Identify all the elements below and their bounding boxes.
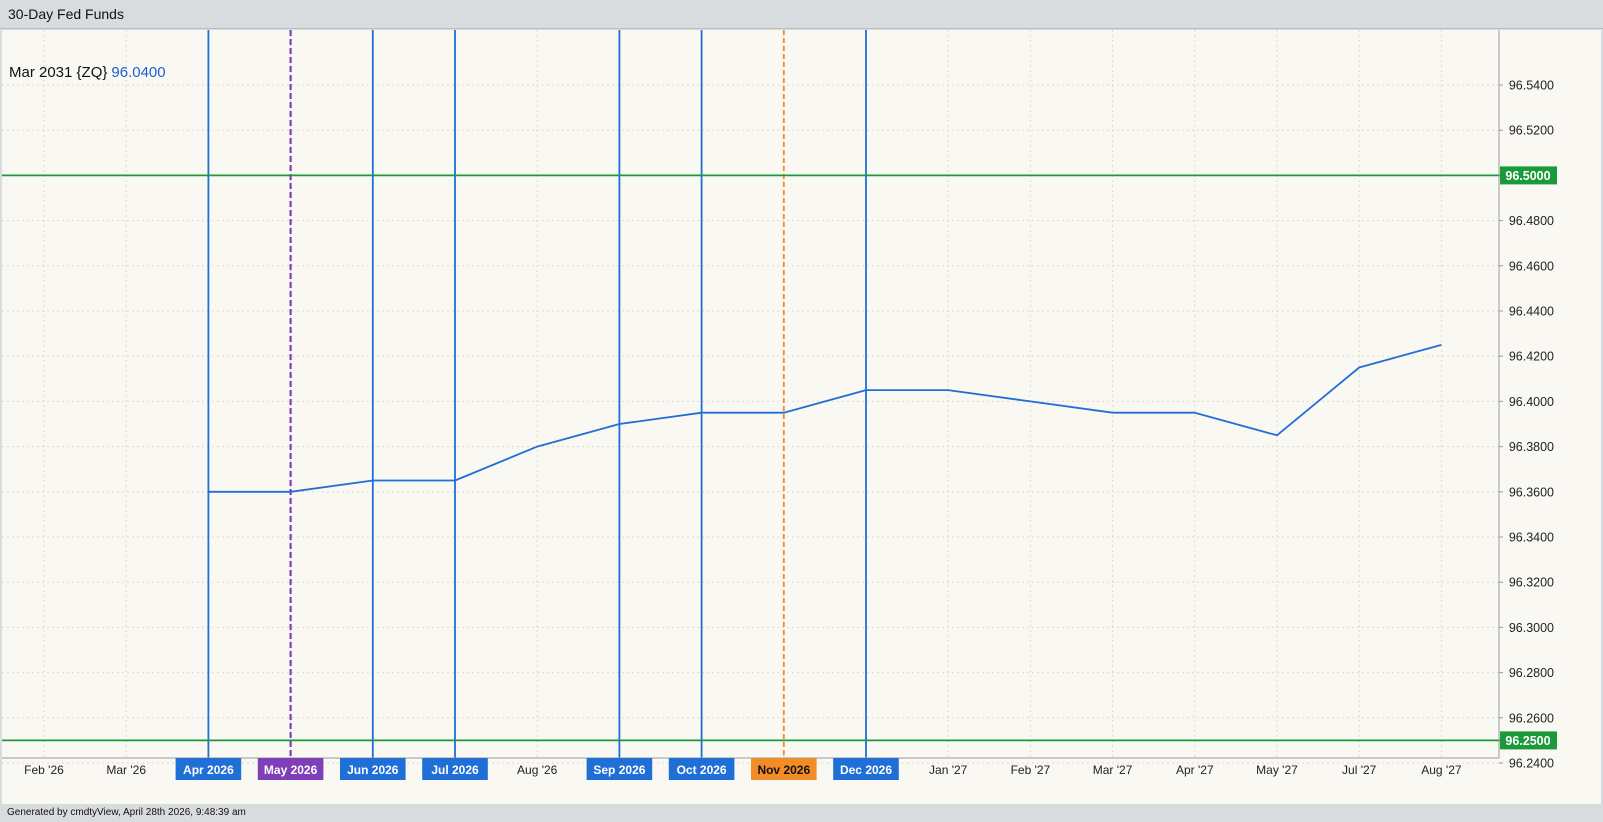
y-tick-label: 96.3000 [1509,621,1554,635]
x-tick-label: Feb '26 [24,763,64,777]
y-tick-label: 96.3600 [1509,485,1554,499]
gridlines [2,30,1499,764]
x-tick-label: Apr 2026 [183,763,234,777]
reference-line-label: 96.5000 [1505,169,1550,183]
series-name: Mar 2031 {ZQ} [9,64,108,81]
reference-line-label: 96.2500 [1505,734,1550,748]
y-tick-label: 96.3200 [1509,576,1554,590]
month-marker-lines [207,30,867,758]
x-tick-label: Apr '27 [1176,763,1214,777]
y-tick-label: 96.4000 [1509,395,1554,409]
chart-area[interactable]: 96.5000 96.2500 96.2400 96.2600 96.2800 96.3… [2,30,1601,804]
y-tick-label: 96.2600 [1509,711,1554,725]
x-tick-label: Aug '27 [1421,763,1462,777]
series-line [208,344,1442,493]
x-tick-label: Jul 2026 [431,763,479,777]
series-last-value: 96.0400 [111,64,166,81]
axes [2,30,1500,759]
window-title: 30-Day Fed Funds [0,0,1603,29]
x-tick-label: Mar '27 [1093,763,1133,777]
x-tick-label: Feb '27 [1011,763,1051,777]
footer-generated-text: Generated by cmdtyView, April 28th 2026,… [0,804,1603,822]
y-tick-label: 96.2800 [1509,666,1554,680]
y-tick-label: 96.2400 [1509,757,1554,771]
series-legend: Mar 2031 {ZQ} 96.0400 [9,64,166,81]
y-tick-label: 96.4200 [1509,350,1554,364]
y-tick-label: 96.4600 [1509,259,1554,273]
x-tick-label: Oct 2026 [677,763,727,777]
y-tick-label: 96.5400 [1509,79,1554,93]
y-tick-label: 96.3800 [1509,440,1554,454]
x-tick-label: Dec 2026 [840,763,892,777]
x-tick-label: Jul '27 [1342,763,1377,777]
reference-lines: 96.5000 96.2500 [2,166,1557,750]
x-tick-label: May 2026 [264,763,318,777]
y-tick-label: 96.4400 [1509,305,1554,319]
y-tick-label: 96.3400 [1509,531,1554,545]
y-tick-label: 96.4800 [1509,214,1554,228]
x-tick-labels: Feb '26 Mar '26 Apr 2026 May 2026 Jun 2026 Ju… [24,758,1462,780]
chart-svg[interactable]: 96.5000 96.2500 96.2400 96.2600 96.2800 96.3… [2,30,1601,804]
x-tick-label: Jan '27 [929,763,968,777]
x-tick-label: May '27 [1256,763,1298,777]
x-tick-label: Aug '26 [517,763,558,777]
x-tick-label: Nov 2026 [757,763,810,777]
x-tick-label: Jun 2026 [347,763,399,777]
x-tick-label: Sep 2026 [593,763,645,777]
y-tick-label: 96.5200 [1509,124,1554,138]
x-tick-label: Mar '26 [106,763,146,777]
